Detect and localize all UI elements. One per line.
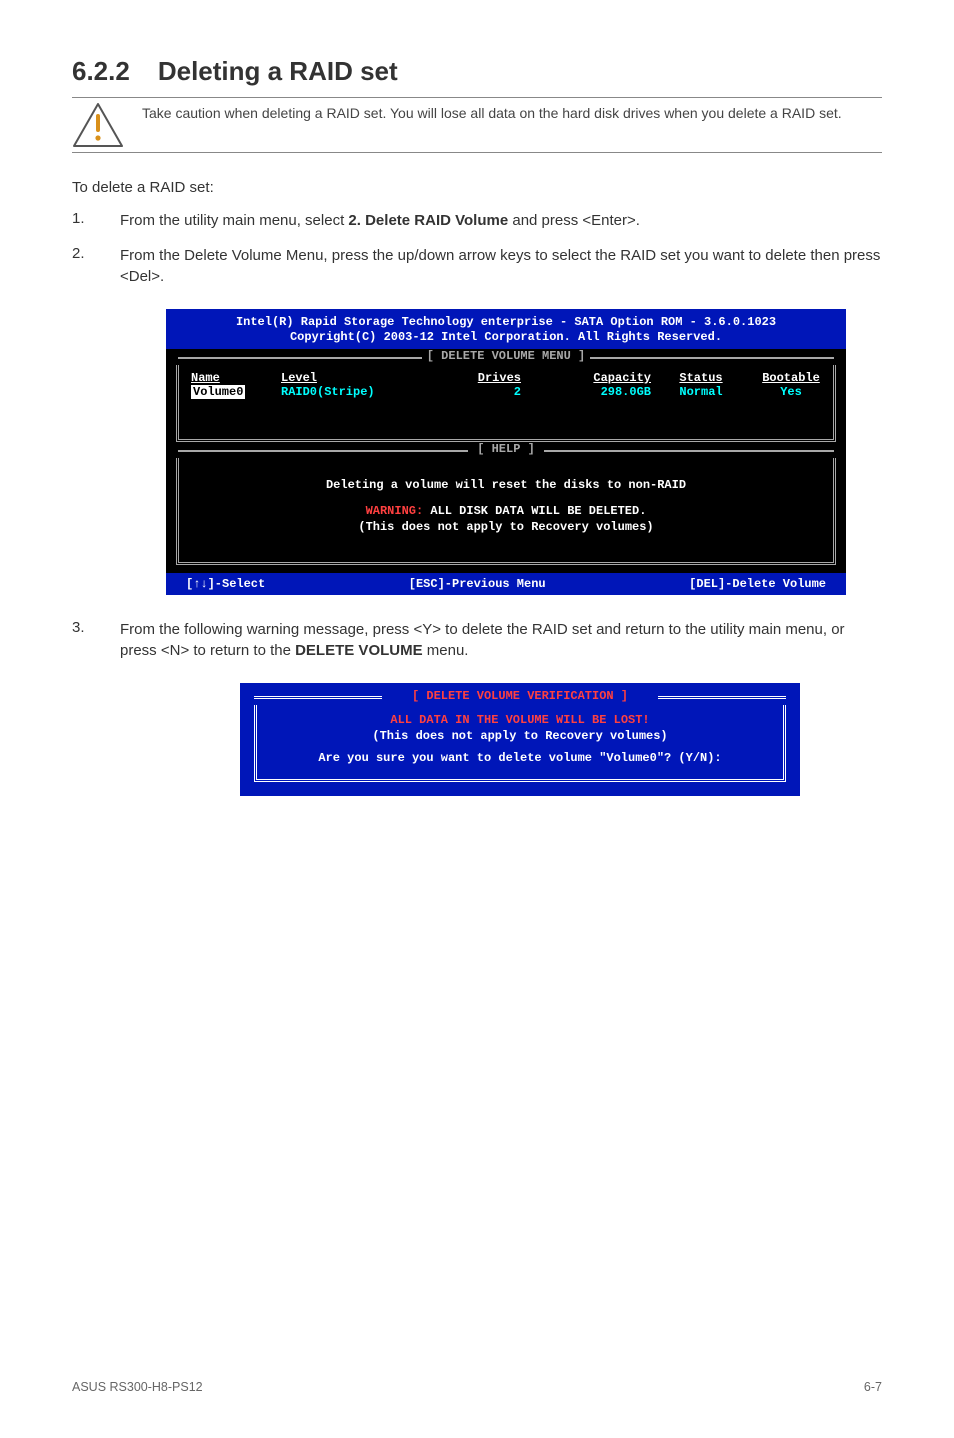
step-list: 1. From the utility main menu, select 2.…: [72, 210, 882, 287]
bios-header: Intel(R) Rapid Storage Technology enterp…: [166, 309, 846, 349]
col-bootable: Bootable: [751, 371, 831, 385]
caution-callout: Take caution when deleting a RAID set. Y…: [72, 97, 882, 153]
step-3: 3. From the following warning message, p…: [72, 619, 882, 661]
bios-help-content: Deleting a volume will reset the disks t…: [179, 458, 833, 562]
footer-page-number: 6-7: [864, 1380, 882, 1394]
caution-text: Take caution when deleting a RAID set. Y…: [142, 102, 842, 123]
section-title: Deleting a RAID set: [158, 56, 398, 87]
dialog-question[interactable]: Are you sure you want to delete volume "…: [275, 751, 765, 765]
bios-title-line2: Copyright(C) 2003-12 Intel Corporation. …: [174, 330, 838, 345]
col-status: Status: [651, 371, 751, 385]
help-line: (This does not apply to Recovery volumes…: [191, 520, 821, 534]
bios-help-box: Deleting a volume will reset the disks t…: [176, 458, 836, 565]
table-header-row: Name Level Drives Capacity Status Bootab…: [191, 371, 821, 385]
col-capacity: Capacity: [521, 371, 651, 385]
help-warning-rest: ALL DISK DATA WILL BE DELETED.: [423, 504, 646, 518]
dialog-warning: ALL DATA IN THE VOLUME WILL BE LOST!: [275, 713, 765, 727]
cell-drives: 2: [431, 385, 521, 399]
table-row[interactable]: Volume0 RAID0(Stripe) 2 298.0GB Normal Y…: [191, 385, 821, 399]
step-body: From the following warning message, pres…: [120, 619, 882, 661]
bios-help-title: [ HELP ]: [176, 442, 836, 458]
col-level: Level: [281, 371, 431, 385]
footer-del-hint: [DEL]-Delete Volume: [689, 577, 826, 591]
help-line: Deleting a volume will reset the disks t…: [191, 478, 821, 492]
dialog-box: ALL DATA IN THE VOLUME WILL BE LOST! (Th…: [254, 705, 786, 782]
bios-screenshot-verification: [ DELETE VOLUME VERIFICATION ] ALL DATA …: [240, 683, 800, 796]
intro-text: To delete a RAID set:: [72, 177, 882, 198]
caution-icon: [72, 102, 124, 148]
step-text: menu.: [423, 642, 469, 659]
step-2: 2. From the Delete Volume Menu, press th…: [72, 245, 882, 287]
step-bold: 2. Delete RAID Volume: [348, 212, 508, 229]
bios-frame-title: [ DELETE VOLUME MENU ]: [176, 349, 836, 365]
cell-name: Volume0: [191, 385, 281, 399]
step-list-continued: 3. From the following warning message, p…: [72, 619, 882, 661]
footer-product: ASUS RS300-H8-PS12: [72, 1380, 203, 1394]
footer-select-hint: [↑↓]-Select: [186, 577, 265, 591]
bios-table: Name Level Drives Capacity Status Bootab…: [179, 365, 833, 439]
bios-footer: [↑↓]-Select [ESC]-Previous Menu [DEL]-De…: [166, 573, 846, 595]
col-name: Name: [191, 371, 281, 385]
cell-level: RAID0(Stripe): [281, 385, 431, 399]
section-number: 6.2.2: [72, 56, 130, 87]
step-number: 3.: [72, 619, 92, 661]
cell-status: Normal: [651, 385, 751, 399]
bios-title-line1: Intel(R) Rapid Storage Technology enterp…: [174, 315, 838, 330]
help-warning-line: WARNING: ALL DISK DATA WILL BE DELETED.: [191, 504, 821, 518]
page-footer: ASUS RS300-H8-PS12 6-7: [72, 1380, 882, 1394]
step-body: From the Delete Volume Menu, press the u…: [120, 245, 882, 287]
dialog-note: (This does not apply to Recovery volumes…: [275, 729, 765, 743]
bios-dialog: [ DELETE VOLUME VERIFICATION ] ALL DATA …: [240, 683, 800, 796]
bios-body: [ DELETE VOLUME MENU ] Name Level Drives…: [166, 349, 846, 573]
col-drives: Drives: [431, 371, 521, 385]
cell-capacity: 298.0GB: [521, 385, 651, 399]
step-1: 1. From the utility main menu, select 2.…: [72, 210, 882, 231]
section-heading: 6.2.2 Deleting a RAID set: [72, 56, 882, 87]
step-text: From the utility main menu, select: [120, 212, 348, 229]
step-body: From the utility main menu, select 2. De…: [120, 210, 640, 231]
step-text: From the following warning message, pres…: [120, 621, 845, 659]
step-text: and press <Enter>.: [508, 212, 640, 229]
help-warning-prefix: WARNING:: [366, 504, 424, 518]
step-number: 2.: [72, 245, 92, 287]
footer-esc-hint: [ESC]-Previous Menu: [409, 577, 546, 591]
bios-volume-box: Name Level Drives Capacity Status Bootab…: [176, 365, 836, 442]
step-number: 1.: [72, 210, 92, 231]
dialog-title: [ DELETE VOLUME VERIFICATION ]: [254, 689, 786, 705]
bios-screenshot-delete-menu: Intel(R) Rapid Storage Technology enterp…: [166, 309, 846, 595]
step-bold: DELETE VOLUME: [295, 642, 423, 659]
cell-bootable: Yes: [751, 385, 831, 399]
